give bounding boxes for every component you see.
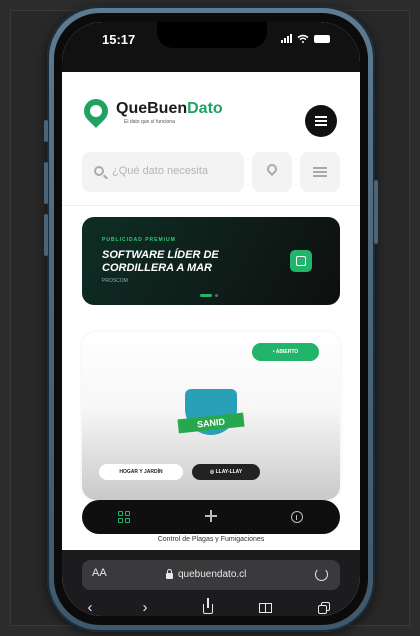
plus-icon: [205, 510, 217, 522]
phone-screen: 15:17 QueBuenDato El dato que sí funcion…: [62, 22, 360, 616]
forward-button[interactable]: ›: [133, 600, 157, 616]
site-header: QueBuenDato El dato que sí funciona: [62, 72, 360, 142]
menu-button[interactable]: [305, 105, 337, 137]
location-icon: [264, 161, 280, 177]
promo-tag: PUBLICIDAD PREMIUM: [102, 237, 176, 243]
promo-banner[interactable]: PUBLICIDAD PREMIUM SOFTWARE LÍDER DE COR…: [82, 217, 340, 305]
volume-up-button: [44, 162, 48, 204]
business-card[interactable]: • ABIERTO SANID HOGAR Y JARDÍN ◎ LLAY-LL…: [82, 332, 340, 500]
category-tag[interactable]: HOGAR Y JARDÍN: [99, 464, 183, 480]
tab-add[interactable]: [168, 500, 254, 534]
info-icon: [291, 511, 303, 523]
logo-icon[interactable]: [79, 94, 113, 128]
tab-info[interactable]: [254, 500, 340, 534]
signal-icon: [281, 34, 292, 43]
search-input[interactable]: ¿Qué dato necesita: [82, 152, 244, 192]
bookmarks-button[interactable]: [254, 600, 278, 616]
notch: [157, 22, 267, 48]
brand-tagline: El dato que sí funciona: [124, 119, 175, 125]
wifi-icon: [297, 34, 309, 43]
status-time: 15:17: [102, 32, 136, 47]
grid-icon: [118, 511, 130, 523]
reader-aa-button[interactable]: AA: [92, 567, 107, 579]
tabs-icon: [318, 602, 330, 614]
book-icon: [259, 603, 273, 613]
search-placeholder: ¿Qué dato necesita: [112, 165, 209, 177]
status-bar: 15:17: [62, 22, 360, 72]
external-link-icon[interactable]: [290, 250, 312, 272]
lock-icon: [166, 569, 173, 579]
power-button: [374, 180, 378, 244]
filter-icon: [313, 166, 327, 178]
url-text[interactable]: quebuendato.cl: [178, 569, 246, 580]
tabs-button[interactable]: [312, 600, 336, 616]
search-icon: [94, 166, 104, 176]
status-icons: [281, 34, 330, 43]
status-badge: • ABIERTO: [252, 343, 319, 361]
location-tag[interactable]: ◎ LLAY-LLAY: [192, 464, 260, 480]
business-caption: Control de Plagas y Fumigaciones: [157, 536, 265, 543]
mute-switch: [44, 120, 48, 142]
tab-grid[interactable]: [82, 500, 168, 534]
location-button[interactable]: [252, 152, 292, 192]
volume-down-button: [44, 214, 48, 256]
promo-title: SOFTWARE LÍDER DE CORDILLERA A MAR: [102, 249, 219, 274]
browser-nav-row: ‹ ›: [62, 598, 360, 616]
divider: [62, 205, 360, 206]
share-icon: [203, 598, 213, 614]
filter-button[interactable]: [300, 152, 340, 192]
battery-icon: [314, 34, 330, 43]
promo-subtitle: PROSCOM: [102, 278, 128, 284]
bottom-tab-bar: [82, 500, 340, 534]
search-row: ¿Qué dato necesita: [82, 152, 340, 192]
reload-icon[interactable]: [315, 568, 328, 581]
address-bar[interactable]: AA quebuendato.cl: [82, 560, 340, 590]
carousel-dots: [200, 294, 218, 297]
share-button[interactable]: [196, 598, 220, 616]
brand-name[interactable]: QueBuenDato: [116, 100, 223, 118]
back-button[interactable]: ‹: [78, 600, 102, 616]
